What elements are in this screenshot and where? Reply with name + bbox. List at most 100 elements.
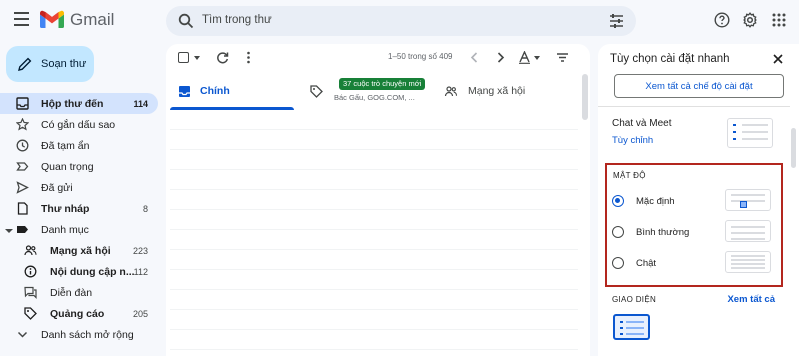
draft-count: 8 — [142, 203, 148, 214]
label-icon — [17, 226, 28, 233]
more-vert-icon[interactable] — [242, 51, 255, 64]
tag-icon — [24, 307, 37, 320]
sidebar-item-starred[interactable]: Có gắn dấu sao — [0, 114, 158, 135]
list-item[interactable] — [170, 170, 578, 190]
close-icon[interactable] — [773, 54, 783, 64]
tag-icon — [310, 85, 323, 98]
density-default-radio[interactable] — [612, 195, 624, 207]
density-title: MẬT ĐỘ — [613, 171, 646, 180]
sidebar-item-snoozed[interactable]: Đã tạm ẩn — [0, 135, 158, 156]
theme-title: GIAO DIỆN — [612, 295, 657, 304]
sidebar-item-more[interactable]: Danh sách mở rộng — [0, 324, 158, 345]
send-icon — [16, 181, 29, 194]
draft-icon — [17, 202, 28, 215]
sidebar-item-social[interactable]: Mạng xã hội 223 — [0, 240, 158, 261]
density-compact-label: Chật — [636, 258, 657, 269]
quick-settings-panel: Tùy chọn cài đặt nhanh Xem tất cả chế độ… — [598, 44, 799, 356]
unread-count: 223 — [132, 245, 148, 256]
list-item[interactable] — [170, 130, 578, 150]
sidebar-item-updates[interactable]: Nội dung cập n... 112 — [0, 261, 158, 282]
sidebar-item-label: Đã tạm ẩn — [41, 139, 90, 152]
people-icon — [24, 245, 37, 256]
input-tools-caret-icon[interactable] — [534, 56, 540, 60]
unread-count: 205 — [132, 308, 148, 319]
inbox-icon — [16, 97, 29, 110]
search-bar[interactable] — [166, 6, 636, 36]
tab-social-label: Mạng xã hội — [468, 85, 526, 97]
settings-scrollbar[interactable] — [791, 128, 796, 168]
chevron-left-icon[interactable] — [468, 51, 481, 64]
sidebar-item-categories[interactable]: Danh mục — [0, 219, 158, 240]
density-compact-radio[interactable] — [612, 257, 624, 269]
sidebar-item-label: Quan trọng — [41, 160, 94, 173]
search-options-icon[interactable] — [609, 14, 624, 28]
info-icon — [24, 265, 37, 278]
customize-link[interactable]: Tùy chỉnh — [612, 135, 653, 146]
compose-button[interactable]: Soạn thư — [6, 46, 94, 82]
chevron-right-icon[interactable] — [494, 51, 507, 64]
list-item[interactable] — [170, 290, 578, 310]
caret-down-icon[interactable] — [5, 229, 13, 233]
density-section: MẬT ĐỘ Mặc định Bình thường Chật — [605, 163, 783, 287]
sidebar-item-promotions[interactable]: Quảng cáo 205 — [0, 303, 158, 324]
list-item[interactable] — [170, 110, 578, 130]
help-icon[interactable] — [714, 12, 730, 28]
theme-see-all-link[interactable]: Xem tất cả — [727, 294, 775, 305]
clock-icon — [16, 139, 29, 152]
tab-social[interactable]: Mạng xã hội — [434, 74, 574, 110]
sidebar-item-label: Quảng cáo — [50, 307, 105, 320]
sidebar-item-important[interactable]: Quan trọng — [0, 156, 158, 177]
app-name: Gmail — [70, 10, 115, 29]
sidebar-item-label: Danh mục — [41, 223, 89, 236]
search-icon[interactable] — [178, 13, 194, 29]
see-all-settings-button[interactable]: Xem tất cả chế độ cài đặt — [614, 74, 784, 98]
see-all-settings-label: Xem tất cả chế độ cài đặt — [645, 80, 753, 92]
sidebar-item-label: Hộp thư đến — [41, 97, 104, 110]
category-tabs: Chính 37 cuộc trò chuyện mới Bác Gấu, GO… — [166, 74, 590, 110]
list-item[interactable] — [170, 270, 578, 290]
new-conversations-badge: 37 cuộc trò chuyện mới — [339, 78, 426, 90]
list-item[interactable] — [170, 230, 578, 250]
gmail-m-icon — [40, 10, 64, 28]
density-comfortable-label: Bình thường — [636, 227, 690, 238]
main-menu-icon[interactable] — [14, 12, 30, 26]
refresh-icon[interactable] — [216, 51, 229, 64]
sidebar-item-inbox[interactable]: Hộp thư đến 114 — [0, 93, 158, 114]
density-compact-preview — [725, 251, 771, 273]
forum-icon — [24, 286, 37, 299]
inbox-icon — [179, 86, 190, 97]
list-item[interactable] — [170, 330, 578, 350]
sidebar-item-sent[interactable]: Đã gửi — [0, 177, 158, 198]
split-pane-filter-icon[interactable] — [556, 51, 569, 64]
theme-default-preview[interactable] — [613, 314, 650, 340]
sidebar-item-forums[interactable]: Diễn đàn — [0, 282, 158, 303]
mail-list-panel: 1–50 trong số 409 Chính 37 cuộc trò chuy… — [166, 44, 590, 356]
gmail-logo[interactable]: Gmail — [40, 10, 114, 30]
tab-primary[interactable]: Chính — [170, 74, 294, 110]
pencil-icon — [18, 57, 32, 71]
sidebar-item-label: Thư nháp — [41, 202, 90, 215]
density-comfortable-preview — [725, 220, 771, 242]
density-default-preview — [725, 189, 771, 211]
density-comfortable-radio[interactable] — [612, 226, 624, 238]
apps-grid-icon[interactable] — [771, 12, 787, 28]
list-item[interactable] — [170, 190, 578, 210]
sidebar-item-drafts[interactable]: Thư nháp 8 — [0, 198, 158, 219]
mail-scrollbar[interactable] — [582, 74, 588, 120]
unread-count: 112 — [133, 266, 148, 277]
list-item[interactable] — [170, 150, 578, 170]
list-item[interactable] — [170, 310, 578, 330]
list-item[interactable] — [170, 210, 578, 230]
divider — [598, 106, 790, 107]
select-all-checkbox[interactable] — [178, 52, 189, 63]
sidebar-item-label: Đã gửi — [41, 181, 73, 194]
select-dropdown-icon[interactable] — [194, 56, 200, 60]
app-header: Gmail — [0, 0, 799, 40]
tab-primary-label: Chính — [200, 85, 230, 97]
settings-gear-icon[interactable] — [742, 12, 758, 28]
list-item[interactable] — [170, 250, 578, 270]
chat-meet-label: Chat và Meet — [612, 118, 672, 129]
search-input[interactable] — [202, 14, 582, 26]
tab-promotions-senders: Bác Gấu, GOG.COM, ... — [334, 93, 415, 102]
input-tools-icon[interactable] — [518, 51, 531, 64]
